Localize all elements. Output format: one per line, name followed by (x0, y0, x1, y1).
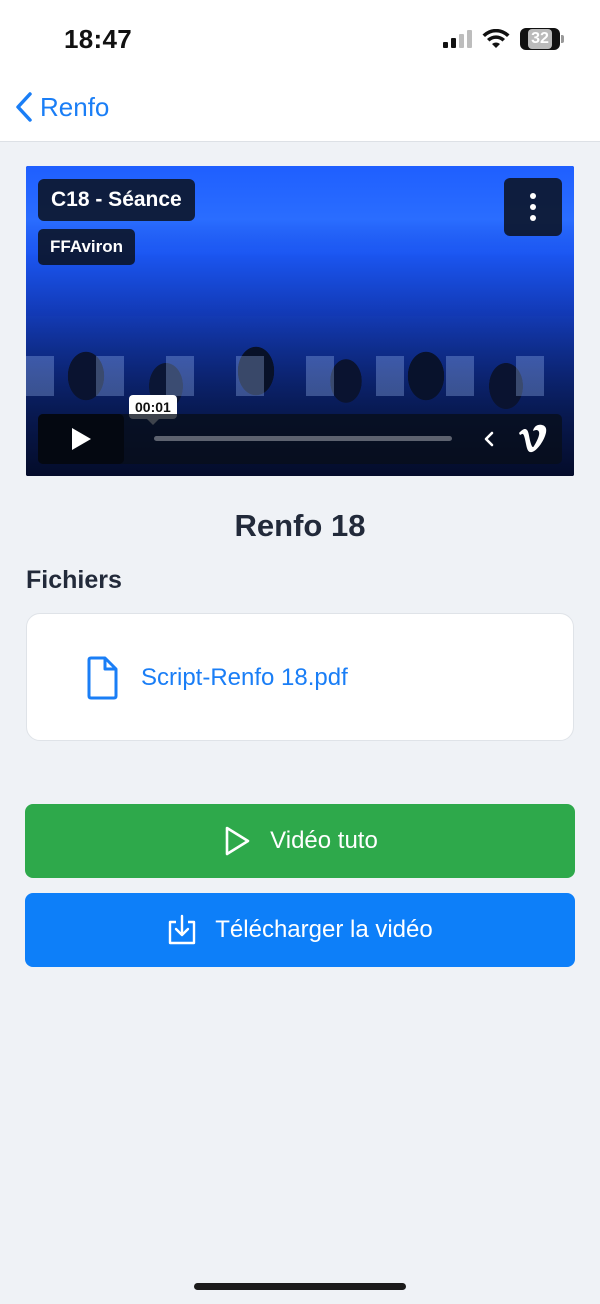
back-button[interactable]: Renfo (12, 90, 109, 124)
more-options-button[interactable] (504, 178, 562, 236)
navigation-bar: Renfo (0, 78, 600, 142)
status-time: 18:47 (64, 24, 132, 54)
wifi-icon (482, 29, 510, 48)
download-video-label: Télécharger la vidéo (215, 916, 433, 943)
file-name[interactable]: Script-Renfo 18.pdf (141, 664, 348, 692)
collapse-icon[interactable] (478, 428, 500, 450)
play-button[interactable] (38, 414, 124, 464)
status-icons: 32 (443, 28, 564, 50)
session-title: Renfo 18 (234, 508, 366, 543)
play-outline-icon (225, 826, 250, 856)
video-player[interactable]: C18 - Séance FFAviron 00:01 (26, 166, 574, 476)
video-title[interactable]: C18 - Séance (38, 179, 195, 221)
file-link[interactable]: Script-Renfo 18.pdf (85, 656, 348, 700)
document-icon (87, 656, 118, 700)
video-author[interactable]: FFAviron (38, 229, 136, 265)
video-tuto-label: Vidéo tuto (270, 827, 378, 854)
more-icon (530, 193, 536, 199)
video-controls (38, 414, 562, 464)
vimeo-icon[interactable] (516, 424, 552, 454)
video-tuto-button[interactable]: Vidéo tuto (25, 804, 575, 878)
download-video-button[interactable]: Télécharger la vidéo (25, 893, 575, 967)
battery-icon: 32 (520, 28, 564, 50)
files-heading: Fichiers (26, 566, 122, 594)
progress-bar[interactable] (154, 436, 452, 441)
back-button-label: Renfo (40, 91, 110, 122)
status-bar: 18:47 32 (0, 0, 600, 78)
download-icon (169, 914, 196, 945)
files-card: Script-Renfo 18.pdf (26, 613, 574, 741)
chevron-left-icon (16, 92, 32, 122)
play-icon (72, 428, 91, 450)
signal-icon (443, 30, 472, 48)
video-frame-machines (26, 356, 574, 396)
battery-level: 32 (528, 29, 552, 49)
home-indicator[interactable] (194, 1283, 406, 1290)
